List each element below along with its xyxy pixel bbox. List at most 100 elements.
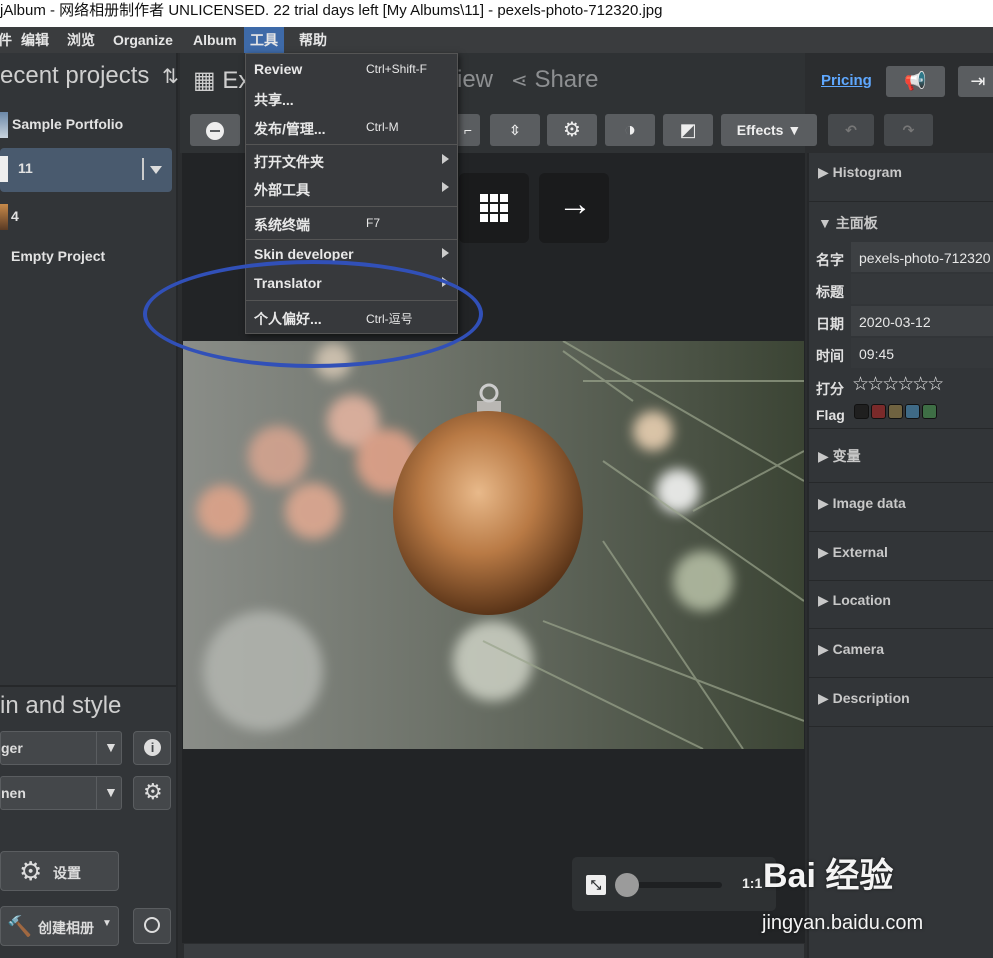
megaphone-icon: 📢 [904,71,927,91]
flag-swatch[interactable] [905,404,920,419]
redo-button[interactable]: ↷ [884,114,933,146]
flag-swatch[interactable] [922,404,937,419]
menu-browse[interactable]: 浏览 [61,27,101,53]
exposure-icon: ◩ [679,120,697,140]
next-image-button[interactable]: → [539,173,609,243]
menu-separator [246,239,457,240]
announcement-button[interactable]: 📢 [886,66,945,97]
prop-value[interactable]: 2020-03-12 [851,306,993,336]
tab-preview[interactable]: iew [457,66,493,94]
info-icon: i [144,739,161,756]
redo-icon: ↷ [902,122,915,138]
menu-item-label: 外部工具 [254,182,310,198]
chevron-down-icon[interactable] [150,166,162,174]
menu-separator [246,206,457,207]
section-title: External [832,544,888,560]
section-title: Description [832,690,910,706]
flag-swatch[interactable] [854,404,869,419]
zoom-track[interactable] [626,882,722,888]
search-button[interactable] [133,908,171,944]
section-title: Histogram [832,164,902,180]
info-button[interactable]: i [133,731,171,765]
prop-date: 日期 2020-03-12 [809,306,993,338]
divider [809,428,993,429]
skin-select[interactable]: ger ▼ [0,731,122,765]
section-title: Camera [832,641,885,657]
tab-explore[interactable]: ▦ Ex [193,66,250,95]
grid-view-button[interactable] [459,173,529,243]
menu-tools[interactable]: 工具 [244,27,284,53]
project-item-selected[interactable]: 11 [0,148,172,192]
section-histogram[interactable]: ▶ Histogram [809,153,993,202]
flag-swatch[interactable] [871,404,886,419]
gear-icon: ⚙ [143,779,163,804]
menu-item-open-folder[interactable]: 打开文件夹 [246,148,457,174]
undo-icon: ↶ [845,122,857,138]
flip-button[interactable]: ⇳ [490,114,540,146]
exposure-button[interactable]: ◩ [663,114,713,146]
project-label: Empty Project [11,248,106,264]
photo-preview[interactable] [183,341,804,749]
skin-select-value: ger [1,740,23,756]
section-description[interactable]: ▶ Description [809,679,993,727]
chevron-down-icon: ▼ [787,122,802,138]
menu-item-share[interactable]: 共享... [246,86,457,112]
remove-button[interactable] [190,114,240,146]
section-location[interactable]: ▶ Location [809,581,993,629]
menu-item-label: Review [254,61,303,77]
section-main-panel[interactable]: ▼ 主面板 [809,202,993,237]
horizontal-scrollbar[interactable] [184,944,804,958]
style-select[interactable]: nen ▼ [0,776,122,810]
flag-swatch[interactable] [888,404,903,419]
skin-settings-button[interactable]: ⚙ [133,776,171,810]
section-variables[interactable]: ▶ 变量 [809,435,993,483]
project-item[interactable]: Sample Portfolio [0,104,172,148]
submenu-arrow-icon [442,248,449,258]
project-item[interactable]: Empty Project [0,236,172,280]
menu-item-external-tools[interactable]: 外部工具 [246,176,457,202]
prop-value[interactable]: pexels-photo-712320 [851,242,993,272]
window-titlebar: jAlbum - 网络相册制作者 UNLICENSED. 22 trial da… [0,0,993,27]
section-camera[interactable]: ▶ Camera [809,630,993,678]
tab-share[interactable]: ⋖ Share [511,66,598,94]
zoom-actual-size[interactable]: 1:1 [742,875,763,891]
menu-album[interactable]: Album [187,27,243,53]
undo-button[interactable]: ↶ [828,114,874,146]
menu-item-label: 系统终端 [254,217,310,233]
prop-key: 名字 [816,252,844,268]
menu-separator [246,144,457,145]
make-album-label: 创建相册 [38,920,94,936]
prop-key: 标题 [816,284,844,300]
section-title: Image data [832,495,906,511]
properties-pane: ▶ Histogram ▼ 主面板 名字 pexels-photo-712320 … [807,153,993,958]
signin-button[interactable]: ⇥ [958,66,993,97]
section-image-data[interactable]: ▶ Image data [809,484,993,532]
prop-value[interactable]: 09:45 [851,338,993,368]
menu-help[interactable]: 帮助 [293,27,333,53]
menu-item-publish[interactable]: 发布/管理... Ctrl-M [246,115,457,141]
adjust-button[interactable]: ⚙ [547,114,597,146]
rating-stars[interactable]: ☆☆☆☆☆☆ [852,373,944,396]
effects-button[interactable]: Effects ▼ [721,114,817,146]
section-external[interactable]: ▶ External [809,533,993,581]
make-album-button[interactable]: 🔨 创建相册 ▼ [0,906,119,946]
settings-button[interactable]: ⚙ 设置 [0,851,119,891]
zoom-slider-handle[interactable] [615,873,639,897]
menu-item-review[interactable]: Review Ctrl+Shift-F [246,57,457,83]
menu-item-terminal[interactable]: 系统终端 F7 [246,211,457,237]
contrast-button[interactable]: ◑ [605,114,655,146]
sort-icon[interactable]: ⇅ [162,66,179,88]
fit-icon[interactable]: ⤡ [586,875,606,895]
prop-value[interactable] [851,274,993,304]
menu-edit[interactable]: 编辑 [15,27,55,53]
menu-organize[interactable]: Organize [107,27,179,53]
project-item[interactable]: 4 [0,196,172,240]
prop-key: Flag [816,407,845,423]
menubar: 件 编辑 浏览 Organize Album 工具 帮助 [0,27,993,53]
prop-time: 时间 09:45 [809,338,993,370]
crop-button[interactable]: ⌐ [456,114,480,146]
section-title: 主面板 [835,215,878,231]
project-label: Sample Portfolio [12,116,124,132]
pricing-link[interactable]: Pricing [821,72,872,89]
project-dropdown-icon[interactable] [142,158,144,180]
